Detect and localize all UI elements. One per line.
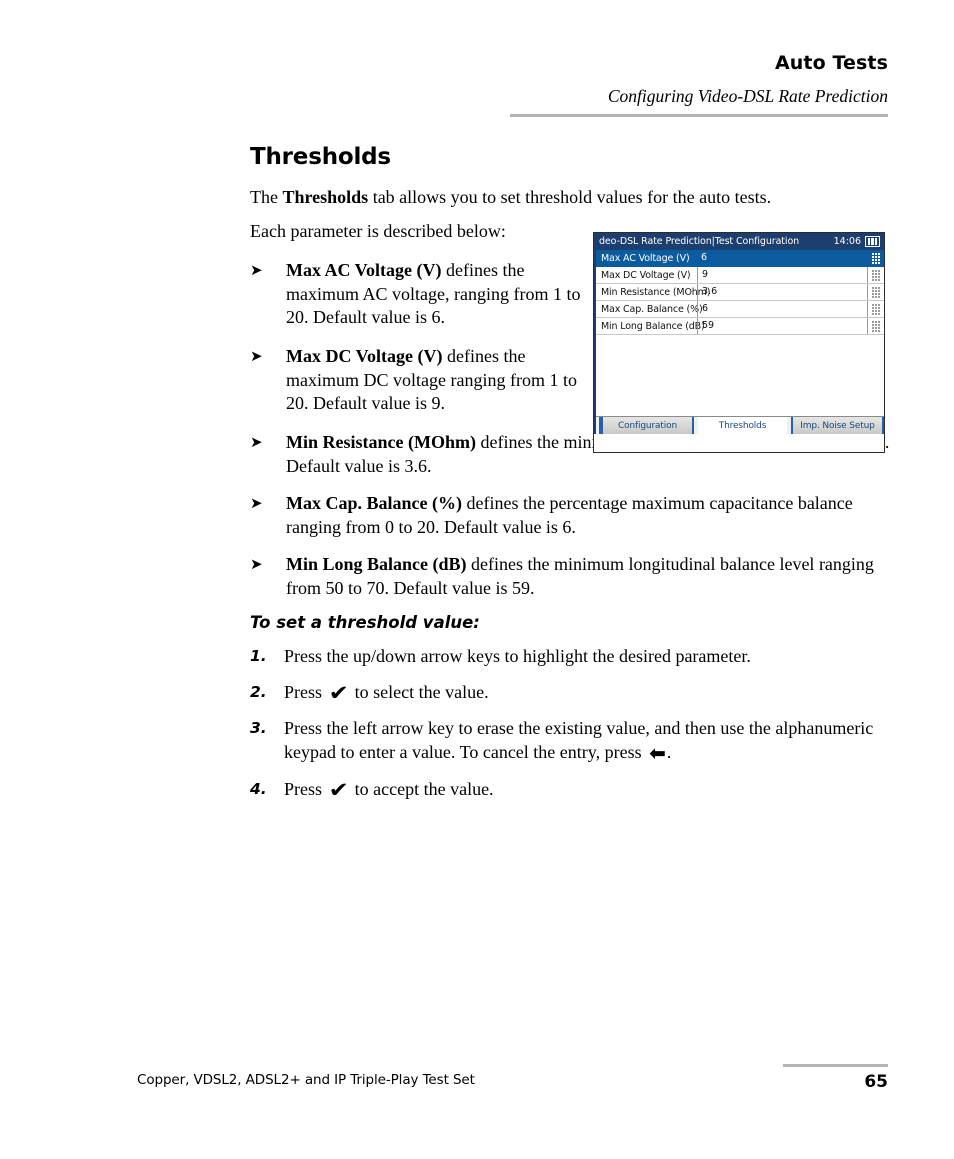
step-text-pre: Press xyxy=(284,779,327,799)
list-item-text: Max AC Voltage (V) defines the maximum A… xyxy=(286,259,595,330)
step-text-post: . xyxy=(666,742,672,762)
parameter-value[interactable]: 9 xyxy=(697,267,868,283)
device-parameter-table: Max AC Voltage (V) 6 Max DC Voltage (V) … xyxy=(594,250,884,434)
step-number: 2. xyxy=(250,683,267,701)
parameter-label: Min Resistance (MOhm) xyxy=(601,286,711,298)
device-screenshot: deo-DSL Rate Prediction|Test Configurati… xyxy=(593,232,885,453)
list-item: 2. Press ✔ to select the value. xyxy=(250,680,890,704)
device-tab-bar: Configuration Thresholds Imp. Noise Setu… xyxy=(596,416,884,434)
step-number: 3. xyxy=(250,719,267,737)
parameter-label: Max AC Voltage (V) xyxy=(601,252,690,264)
table-row[interactable]: Max AC Voltage (V) 6 xyxy=(596,250,884,267)
parameter-value[interactable]: 6 xyxy=(697,301,868,317)
procedure-heading: To set a threshold value: xyxy=(250,613,480,632)
step-text-post: to select the value. xyxy=(350,682,489,702)
parameter-label: Min Long Balance (dB) xyxy=(601,320,705,332)
list-item: 3. Press the left arrow key to erase the… xyxy=(250,716,875,764)
device-clock: 14:06 xyxy=(833,236,861,247)
list-item-term: Max AC Voltage (V) xyxy=(286,260,442,280)
tab-thresholds[interactable]: Thresholds xyxy=(698,417,787,434)
step-text: Press the up/down arrow keys to highligh… xyxy=(284,644,890,668)
list-item: 4. Press ✔ to accept the value. xyxy=(250,777,890,801)
table-row[interactable]: Max Cap. Balance (%) 6 xyxy=(596,301,884,318)
grip-dots-icon[interactable] xyxy=(868,267,884,283)
list-item-text: Max DC Voltage (V) defines the maximum D… xyxy=(286,345,595,416)
step-text-post: to accept the value. xyxy=(350,779,494,799)
each-parameter-paragraph: Each parameter is described below: xyxy=(250,221,506,241)
page-footer: Copper, VDSL2, ADSL2+ and IP Triple-Play… xyxy=(0,1060,954,1120)
battery-icon xyxy=(865,236,880,247)
parameter-value[interactable]: 59 xyxy=(697,318,868,334)
page-number: 65 xyxy=(864,1072,888,1092)
intro-prefix: The xyxy=(250,187,283,207)
parameter-value[interactable]: 3.6 xyxy=(697,284,868,300)
table-row[interactable]: Min Resistance (MOhm) 3.6 xyxy=(596,284,884,301)
step-text-pre: Press the left arrow key to erase the ex… xyxy=(284,718,874,762)
arrow-bullet-icon: ➤ xyxy=(250,261,263,279)
arrow-bullet-icon: ➤ xyxy=(250,555,263,573)
device-title: deo-DSL Rate Prediction|Test Configurati… xyxy=(599,236,800,247)
device-title-bar: deo-DSL Rate Prediction|Test Configurati… xyxy=(594,233,884,250)
footer-rule xyxy=(783,1064,888,1067)
grip-dots-icon[interactable] xyxy=(868,250,884,266)
page-title: Thresholds xyxy=(250,144,391,170)
intro-paragraph: The Thresholds tab allows you to set thr… xyxy=(250,186,890,209)
step-text: Press the left arrow key to erase the ex… xyxy=(284,718,874,765)
list-item: ➤ Min Long Balance (dB) defines the mini… xyxy=(250,553,890,600)
parameter-value[interactable]: 6 xyxy=(697,250,868,266)
list-item: 1. Press the up/down arrow keys to highl… xyxy=(250,644,890,668)
list-item: ➤ Max AC Voltage (V) defines the maximum… xyxy=(250,259,595,330)
intro-suffix: tab allows you to set threshold values f… xyxy=(368,187,772,207)
page-content: Thresholds The Thresholds tab allows you… xyxy=(0,0,954,1159)
table-row[interactable]: Min Long Balance (dB) 59 xyxy=(596,318,884,335)
footer-product-name: Copper, VDSL2, ADSL2+ and IP Triple-Play… xyxy=(137,1072,475,1088)
step-text-pre: Press xyxy=(284,682,327,702)
list-item: ➤ Max DC Voltage (V) defines the maximum… xyxy=(250,345,595,416)
list-item-text: Min Long Balance (dB) defines the minimu… xyxy=(286,553,890,600)
list-item-term: Max Cap. Balance (%) xyxy=(286,493,462,513)
arrow-bullet-icon: ➤ xyxy=(250,433,263,451)
step-number: 1. xyxy=(250,647,267,665)
table-row[interactable]: Max DC Voltage (V) 9 xyxy=(596,267,884,284)
arrow-bullet-icon: ➤ xyxy=(250,494,263,512)
step-number: 4. xyxy=(250,780,267,798)
step-text: Press ✔ to select the value. xyxy=(284,681,489,705)
step-text: Press ✔ to accept the value. xyxy=(284,778,494,802)
parameter-label: Max Cap. Balance (%) xyxy=(601,303,703,315)
grip-dots-icon[interactable] xyxy=(868,301,884,317)
grip-dots-icon[interactable] xyxy=(868,284,884,300)
grip-dots-icon[interactable] xyxy=(868,318,884,334)
list-item-text: Max Cap. Balance (%) defines the percent… xyxy=(286,492,890,539)
tab-imp-noise-setup[interactable]: Imp. Noise Setup xyxy=(791,417,884,434)
step-text-pre: Press the up/down arrow keys to highligh… xyxy=(284,646,751,666)
intro-bold-term: Thresholds xyxy=(282,187,369,207)
list-item-term: Max DC Voltage (V) xyxy=(286,346,443,366)
tab-configuration[interactable]: Configuration xyxy=(601,417,694,434)
parameter-label: Max DC Voltage (V) xyxy=(601,269,691,281)
arrow-bullet-icon: ➤ xyxy=(250,347,263,365)
list-item-term: Min Long Balance (dB) xyxy=(286,554,467,574)
list-item-term: Min Resistance (MOhm) xyxy=(286,432,476,452)
list-item: ➤ Max Cap. Balance (%) defines the perce… xyxy=(250,492,890,539)
